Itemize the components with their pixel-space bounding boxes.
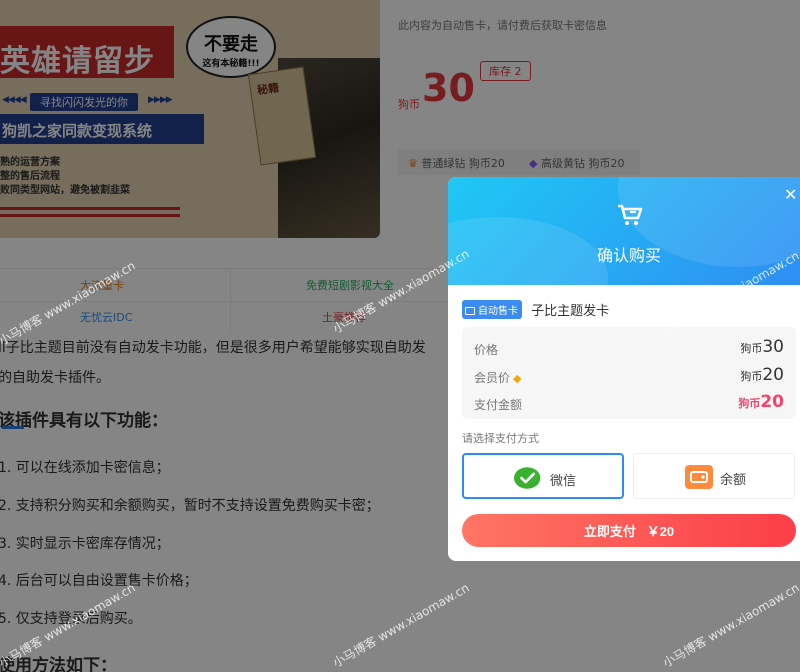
pay-now-button[interactable]: 立即支付 ￥20: [462, 514, 796, 547]
member-price-row: 会员价 ◆ 狗币20: [474, 365, 784, 387]
total-amount-row: 支付金额 狗币20: [474, 392, 784, 414]
member-price-value: 20: [762, 365, 784, 385]
wallet-icon: [685, 465, 713, 489]
modal-product-name: 子比主题发卡: [531, 304, 610, 319]
close-icon[interactable]: ✕: [784, 185, 797, 204]
modal-header: 确认购买 ✕: [448, 177, 800, 285]
pay-button-label: 立即支付: [583, 524, 636, 539]
shopping-cart-icon: [618, 204, 643, 225]
auto-delivery-badge-label: 自动售卡: [478, 306, 518, 317]
price-row-label: 价格: [474, 343, 499, 357]
auto-delivery-badge: 自动售卡: [462, 300, 522, 319]
price-row: 价格 狗币30: [474, 337, 784, 359]
price-row-value: 30: [762, 337, 784, 357]
total-amount-label: 支付金额: [474, 398, 523, 412]
price-row-unit: 狗币: [740, 342, 763, 355]
payment-method-label: 请选择支付方式: [462, 432, 539, 445]
pay-option-wechat[interactable]: 微信: [462, 453, 624, 499]
pay-button-amount: ￥20: [646, 524, 675, 539]
vip-gem-icon: ◆: [513, 372, 522, 385]
confirm-purchase-modal: 确认购买 ✕ 自动售卡 子比主题发卡 价格 狗币30 会员价 ◆ 狗币20 支付金…: [448, 177, 800, 561]
pay-option-label: 微信: [550, 474, 577, 489]
price-summary: 价格 狗币30 会员价 ◆ 狗币20 支付金额 狗币20: [462, 327, 796, 419]
pay-option-balance[interactable]: 余额: [633, 453, 795, 499]
total-amount-unit: 狗币: [738, 397, 761, 410]
pay-option-label: 余额: [720, 473, 747, 488]
member-price-label: 会员价: [474, 371, 511, 385]
modal-title: 确认购买: [596, 246, 661, 265]
card-icon: [465, 307, 475, 315]
total-amount-value: 20: [760, 392, 784, 412]
wechat-icon: [514, 467, 541, 489]
modal-product-row: 自动售卡 子比主题发卡: [462, 299, 610, 319]
member-price-unit: 狗币: [740, 370, 763, 383]
